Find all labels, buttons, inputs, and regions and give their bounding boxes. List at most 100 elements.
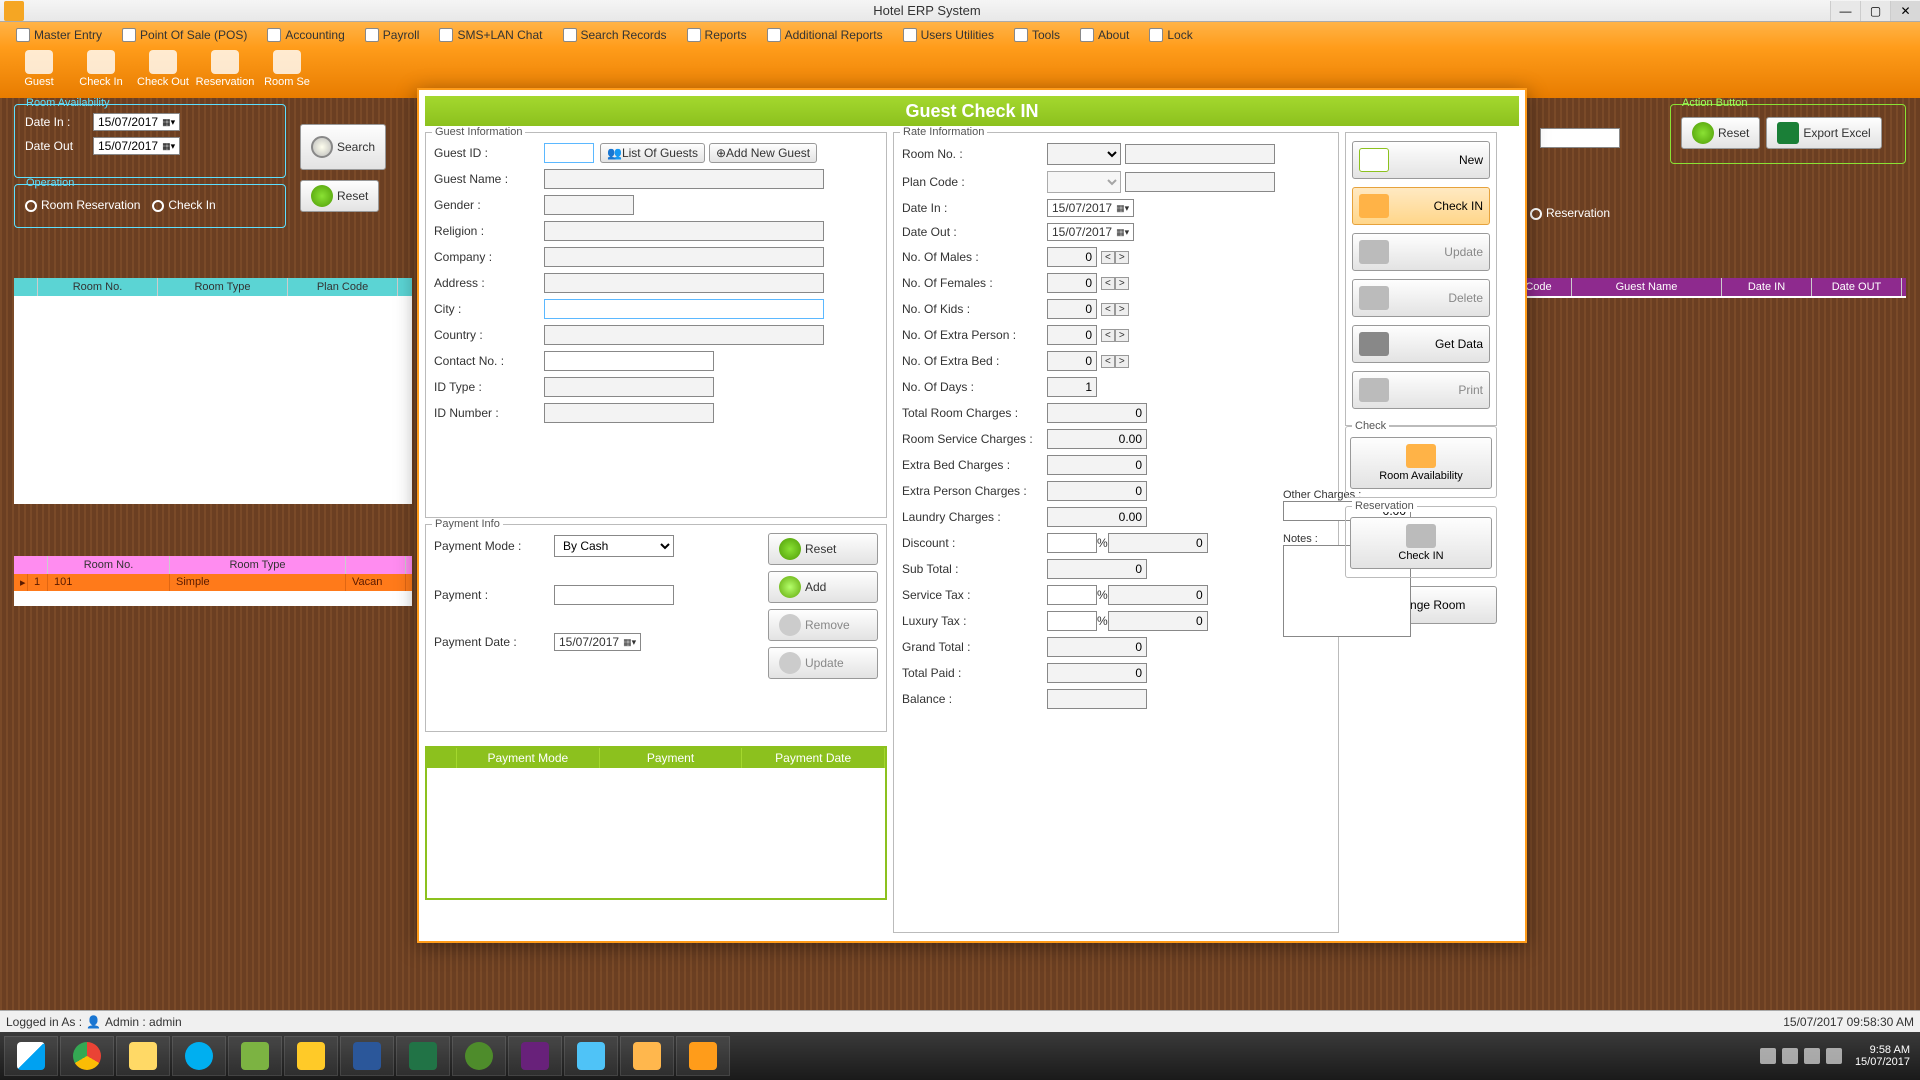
extra-bed-stepper[interactable]: <> [1101, 355, 1129, 368]
taskbar-excel[interactable] [396, 1036, 450, 1076]
tray-network-icon[interactable] [1804, 1048, 1820, 1064]
country-input[interactable] [544, 325, 824, 345]
menu-about[interactable]: About [1070, 28, 1139, 42]
payment-reset-button[interactable]: Reset [768, 533, 878, 565]
calendar-icon[interactable]: ▦▾ [162, 141, 175, 152]
system-tray[interactable]: 9:58 AM 15/07/2017 [1757, 1044, 1916, 1068]
guest-id-input[interactable] [544, 143, 594, 163]
luxury-tax-pct-input[interactable] [1047, 611, 1097, 631]
delete-button[interactable]: Delete [1352, 279, 1490, 317]
menu-point-of-sale-pos-[interactable]: Point Of Sale (POS) [112, 28, 257, 42]
kids-input[interactable] [1047, 299, 1097, 319]
payment-update-button[interactable]: Update [768, 647, 878, 679]
date-out-input[interactable]: 15/07/2017▦▾ [93, 137, 180, 155]
discount-amt-input[interactable] [1108, 533, 1208, 553]
kids-stepper[interactable]: <> [1101, 303, 1129, 316]
get-data-button[interactable]: Get Data [1352, 325, 1490, 363]
address-input[interactable] [544, 273, 824, 293]
days-input[interactable] [1047, 377, 1097, 397]
females-stepper[interactable]: <> [1101, 277, 1129, 290]
religion-input[interactable] [544, 221, 824, 241]
tray-clock[interactable]: 9:58 AM 15/07/2017 [1855, 1044, 1910, 1068]
plan-code-name[interactable] [1125, 172, 1275, 192]
room-reservation-radio[interactable]: Room Reservation [25, 198, 140, 212]
sub-total-input[interactable] [1047, 559, 1147, 579]
action-reset-button[interactable]: Reset [1681, 117, 1760, 149]
menu-lock[interactable]: Lock [1139, 28, 1202, 42]
total-paid-input[interactable] [1047, 663, 1147, 683]
payments-table[interactable]: Payment Mode Payment Payment Date [425, 746, 887, 900]
menu-tools[interactable]: Tools [1004, 28, 1070, 42]
guest-name-input[interactable] [544, 169, 824, 189]
payment-remove-button[interactable]: Remove [768, 609, 878, 641]
menu-accounting[interactable]: Accounting [257, 28, 354, 42]
menu-additional-reports[interactable]: Additional Reports [757, 28, 893, 42]
tray-sound-icon[interactable] [1826, 1048, 1842, 1064]
menu-search-records[interactable]: Search Records [553, 28, 677, 42]
city-input[interactable] [544, 299, 824, 319]
toolbar-reservation[interactable]: Reservation [194, 50, 256, 88]
toolbar-check-in[interactable]: Check In [70, 50, 132, 88]
males-input[interactable] [1047, 247, 1097, 267]
new-button[interactable]: New [1352, 141, 1490, 179]
room-no-select[interactable] [1047, 143, 1121, 165]
window-close-button[interactable]: ✕ [1890, 1, 1920, 21]
contact-no-input[interactable] [544, 351, 714, 371]
taskbar-app-1[interactable] [228, 1036, 282, 1076]
taskbar-app-2[interactable] [620, 1036, 674, 1076]
room-no-name[interactable] [1125, 144, 1275, 164]
rate-date-in-input[interactable]: 15/07/2017▦▾ [1047, 199, 1134, 217]
tray-icon[interactable] [1760, 1048, 1776, 1064]
room-service-input[interactable] [1047, 429, 1147, 449]
unknown-input-1[interactable] [1540, 128, 1620, 148]
start-button[interactable] [4, 1036, 58, 1076]
grand-total-input[interactable] [1047, 637, 1147, 657]
reset-button[interactable]: Reset [300, 180, 379, 212]
export-excel-button[interactable]: Export Excel [1766, 117, 1881, 149]
taskbar-hotel-erp[interactable] [676, 1036, 730, 1076]
reservation-table[interactable]: Code Guest Name Date IN Date OUT [1506, 278, 1906, 298]
males-stepper[interactable]: <> [1101, 251, 1129, 264]
minimize-button[interactable]: — [1830, 1, 1860, 21]
maximize-button[interactable]: ▢ [1860, 1, 1890, 21]
calendar-icon[interactable]: ▦▾ [162, 117, 175, 128]
menu-reports[interactable]: Reports [677, 28, 757, 42]
menu-payroll[interactable]: Payroll [355, 28, 430, 42]
service-tax-pct-input[interactable] [1047, 585, 1097, 605]
service-tax-amt-input[interactable] [1108, 585, 1208, 605]
id-number-input[interactable] [544, 403, 714, 423]
plan-code-select[interactable] [1047, 171, 1121, 193]
females-input[interactable] [1047, 273, 1097, 293]
payment-date-input[interactable]: 15/07/2017▦▾ [554, 633, 641, 651]
reservation-radio[interactable]: Reservation [1530, 206, 1610, 220]
payment-mode-select[interactable]: By Cash [554, 535, 674, 557]
discount-pct-input[interactable] [1047, 533, 1097, 553]
check-in-radio[interactable]: Check In [152, 198, 215, 212]
extra-person-chg-input[interactable] [1047, 481, 1147, 501]
extra-person-input[interactable] [1047, 325, 1097, 345]
extra-bed-chg-input[interactable] [1047, 455, 1147, 475]
taskbar-word[interactable] [340, 1036, 394, 1076]
taskbar-skype[interactable] [172, 1036, 226, 1076]
print-button[interactable]: Print [1352, 371, 1490, 409]
extra-bed-input[interactable] [1047, 351, 1097, 371]
list-of-guests-button[interactable]: 👥 List Of Guests [600, 143, 705, 163]
menu-master-entry[interactable]: Master Entry [6, 28, 112, 42]
laundry-input[interactable] [1047, 507, 1147, 527]
id-type-input[interactable] [544, 377, 714, 397]
availability-table[interactable]: Room No. Room Type Plan Code [14, 278, 412, 504]
gender-input[interactable] [544, 195, 634, 215]
add-new-guest-button[interactable]: ⊕ Add New Guest [709, 143, 817, 163]
taskbar-idm[interactable] [452, 1036, 506, 1076]
table-row[interactable]: ▸ 1 101 Simple Vacan [14, 574, 412, 591]
menu-users-utilities[interactable]: Users Utilities [893, 28, 1004, 42]
toolbar-check-out[interactable]: Check Out [132, 50, 194, 88]
taskbar-vs[interactable] [508, 1036, 562, 1076]
room-availability-button[interactable]: Room Availability [1350, 437, 1492, 489]
update-button[interactable]: Update [1352, 233, 1490, 271]
date-in-input[interactable]: 15/07/2017▦▾ [93, 113, 180, 131]
rate-date-out-input[interactable]: 15/07/2017▦▾ [1047, 223, 1134, 241]
company-input[interactable] [544, 247, 824, 267]
balance-input[interactable] [1047, 689, 1147, 709]
taskbar-notes[interactable] [116, 1036, 170, 1076]
